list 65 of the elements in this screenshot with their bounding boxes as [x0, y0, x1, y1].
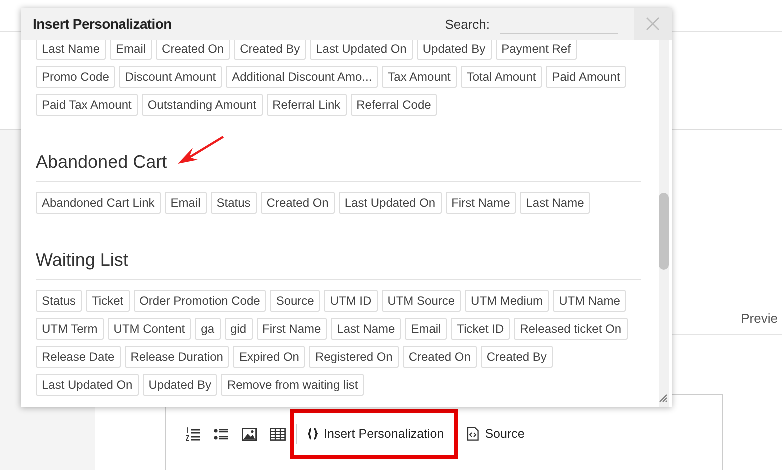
search-label: Search: — [445, 16, 490, 32]
field-tag[interactable]: Last Updated On — [338, 192, 442, 214]
field-tag[interactable]: Release Date — [36, 346, 121, 368]
field-tag[interactable]: Created On — [260, 192, 335, 214]
field-tag[interactable]: Referral Code — [350, 94, 438, 116]
field-tag[interactable]: Email — [405, 318, 448, 340]
field-tag[interactable]: Created On — [156, 40, 230, 60]
field-tag[interactable]: Tax Amount — [382, 66, 457, 88]
image-icon — [242, 426, 258, 442]
field-tag[interactable]: UTM Name — [553, 290, 626, 312]
field-tag[interactable]: Last Updated On — [36, 374, 139, 396]
field-tag[interactable]: Order Promotion Code — [134, 290, 266, 312]
bullet-list-icon — [214, 426, 230, 442]
field-tag[interactable]: Last Name — [520, 192, 590, 214]
field-tag[interactable]: Source — [270, 290, 320, 312]
field-tag[interactable]: Updated By — [142, 374, 218, 396]
field-tag[interactable]: Remove from waiting list — [221, 374, 364, 396]
field-tag[interactable]: Ticket — [86, 290, 130, 312]
field-tag[interactable]: Abandoned Cart Link — [36, 192, 161, 214]
resize-grip-icon[interactable] — [659, 394, 668, 403]
field-tag[interactable]: Last Updated On — [310, 40, 413, 60]
field-tag[interactable]: Registered On — [309, 346, 399, 368]
source-button[interactable]: Source — [460, 423, 532, 445]
field-tag[interactable]: UTM Content — [108, 318, 192, 340]
field-tag[interactable]: UTM ID — [324, 290, 378, 312]
field-tag[interactable]: Email — [164, 192, 207, 214]
field-tag[interactable]: Release Duration — [124, 346, 230, 368]
field-tag[interactable]: Paid Tax Amount — [36, 94, 138, 116]
field-tag[interactable]: Expired On — [233, 346, 306, 368]
field-tag[interactable]: Created By — [480, 346, 553, 368]
field-tag[interactable]: Last Name — [331, 318, 402, 340]
field-tag[interactable]: Discount Amount — [119, 66, 222, 88]
section-heading: Waiting List — [36, 249, 641, 280]
field-tag[interactable]: UTM Term — [36, 318, 104, 340]
field-tag[interactable]: Last Name — [36, 40, 106, 60]
field-tag[interactable]: First Name — [256, 318, 328, 340]
field-tag[interactable]: Ticket ID — [451, 318, 510, 340]
field-tag[interactable]: Paid Amount — [546, 66, 626, 88]
field-tag[interactable]: gid — [224, 318, 253, 340]
field-tag[interactable]: Status — [36, 290, 82, 312]
field-tag[interactable]: Released ticket On — [514, 318, 628, 340]
field-tag[interactable]: ga — [195, 318, 220, 340]
braces-icon — [308, 428, 318, 440]
numbered-list-icon — [186, 426, 202, 442]
dialog-title: Insert Personalization — [33, 16, 173, 32]
field-tag[interactable]: UTM Source — [382, 290, 462, 312]
close-icon — [646, 17, 660, 31]
field-tag[interactable]: Created By — [234, 40, 306, 60]
scrollbar[interactable] — [659, 40, 669, 407]
field-tag[interactable]: Outstanding Amount — [142, 94, 263, 116]
table-icon — [270, 426, 286, 442]
field-tag[interactable]: Updated By — [416, 40, 492, 60]
field-tag[interactable]: Referral Link — [266, 94, 347, 116]
field-tag[interactable]: Status — [210, 192, 257, 214]
field-tag[interactable]: Email — [110, 40, 152, 60]
code-file-icon — [467, 427, 480, 441]
field-tag[interactable]: Total Amount — [460, 66, 542, 88]
field-tag[interactable]: Created On — [402, 346, 477, 368]
field-tag[interactable]: Promo Code — [36, 66, 116, 88]
field-tag[interactable]: Payment Ref — [496, 40, 577, 60]
field-tag[interactable]: First Name — [446, 192, 516, 214]
insert-personalization-button[interactable]: Insert Personalization — [301, 423, 452, 445]
preview-tab[interactable]: Previe — [741, 311, 778, 326]
field-tag[interactable]: UTM Medium — [465, 290, 550, 312]
field-tag[interactable]: Additional Discount Amo... — [226, 66, 378, 88]
